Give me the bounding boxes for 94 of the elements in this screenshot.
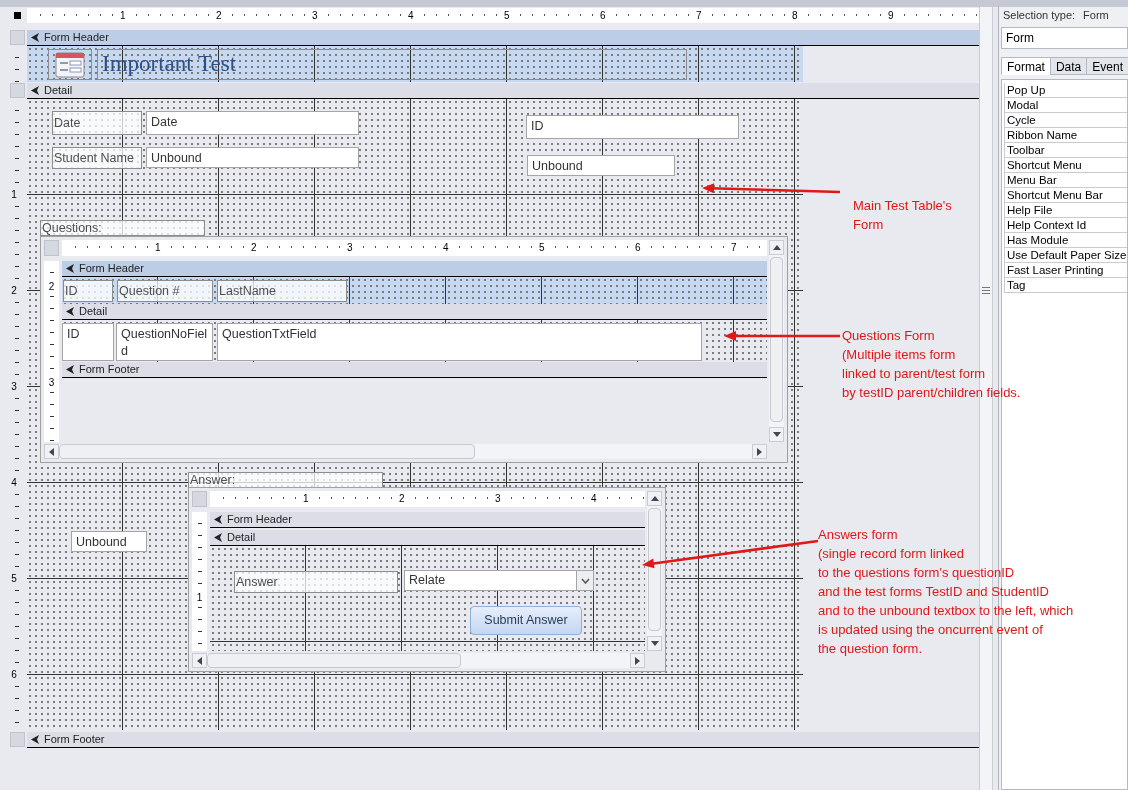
property-row[interactable]: Use Default Paper Size	[1003, 248, 1127, 263]
field-label[interactable]: LastName	[217, 280, 347, 302]
scroll-thumb[interactable]	[59, 444, 475, 459]
scroll-right-button[interactable]	[752, 444, 767, 459]
text-box[interactable]: ID	[526, 115, 739, 139]
property-row[interactable]: Toolbar	[1003, 143, 1127, 158]
grip-icon	[981, 287, 990, 294]
scroll-thumb[interactable]	[207, 653, 461, 668]
property-row[interactable]: Ribbon Name	[1003, 128, 1127, 143]
object-dropdown[interactable]: Form	[1000, 27, 1128, 49]
triangle-up-icon	[771, 244, 782, 251]
section-icon	[66, 365, 75, 374]
triangle-left-icon	[48, 446, 55, 457]
submit-button[interactable]: Submit Answer	[470, 606, 582, 635]
property-row[interactable]: Cycle	[1003, 113, 1127, 128]
text-box[interactable]: Unbound	[527, 155, 675, 176]
text-box[interactable]: Unbound	[146, 147, 359, 168]
section-icon	[31, 735, 40, 744]
section-icon	[31, 86, 40, 95]
vertical-scrollbar[interactable]	[647, 491, 662, 651]
scroll-left-button[interactable]	[44, 444, 59, 459]
section-bar[interactable]: Form Header	[210, 512, 645, 528]
property-row[interactable]: Menu Bar	[1003, 173, 1127, 188]
scroll-thumb[interactable]	[648, 508, 661, 631]
property-tab[interactable]: Format	[1000, 57, 1051, 75]
triangle-right-icon	[634, 655, 641, 666]
section-title: Form Header	[227, 514, 292, 525]
field-label[interactable]: Date	[52, 111, 142, 135]
section-bar[interactable]: Form Footer	[62, 362, 767, 378]
subform-control[interactable]: 1 2 3 4 1 Form Header Detail Answer Relate Submit Answer	[188, 487, 666, 672]
section-icon	[31, 33, 40, 42]
section-bar[interactable]: Detail	[27, 83, 979, 99]
section-icon	[66, 264, 75, 273]
text-box[interactable]: QuestionTxtField	[217, 323, 702, 361]
section-title: Form Footer	[79, 364, 140, 375]
subform-control[interactable]: 1 2 3 4 5 6 7 2 3 Form Header ID Question # LastName Detail ID QuestionNoField QuestionTxtField Form Footer	[40, 236, 788, 463]
section-title: Detail	[227, 532, 256, 543]
horizontal-scrollbar[interactable]	[192, 653, 645, 668]
section-title: Detail	[44, 85, 73, 96]
section-bar[interactable]: Form Footer	[27, 732, 979, 748]
triangle-right-icon	[756, 446, 763, 457]
property-row[interactable]: Shortcut Menu Bar	[1003, 188, 1127, 203]
field-label[interactable]: Student Name	[52, 147, 142, 169]
field-label[interactable]: ID	[63, 280, 113, 302]
scroll-down-button[interactable]	[769, 427, 784, 442]
text-box[interactable]: QuestionNoField	[116, 323, 213, 361]
triangle-up-icon	[649, 495, 660, 502]
text-box[interactable]: Unbound	[71, 531, 147, 552]
scroll-thumb[interactable]	[770, 257, 783, 422]
text-box[interactable]: Date	[146, 111, 359, 135]
form-logo[interactable]	[48, 49, 92, 80]
annotation-note: Main Test Table's Form	[853, 197, 952, 234]
property-row[interactable]: Help Context Id	[1003, 218, 1127, 233]
horizontal-scrollbar[interactable]	[44, 444, 767, 459]
scroll-down-button[interactable]	[647, 636, 662, 651]
property-row[interactable]: Pop Up	[1003, 83, 1127, 98]
property-row[interactable]: Fast Laser Printing	[1003, 263, 1127, 278]
triangle-down-icon	[649, 640, 660, 647]
text-box[interactable]: ID	[62, 323, 114, 361]
section-bar[interactable]: Detail	[210, 530, 645, 546]
triangle-down-icon	[771, 431, 782, 438]
field-label[interactable]: Questions:	[40, 220, 205, 236]
section-bar[interactable]: Form Header	[62, 261, 767, 277]
annotation-note: Questions Form (Multiple items form linked to parent/test form by testID parent/children fields.	[842, 327, 1021, 402]
property-row[interactable]: Tag	[1003, 278, 1127, 293]
chevron-down-icon	[580, 577, 590, 584]
section-bar[interactable]: Detail	[62, 304, 767, 320]
form-icon	[55, 51, 85, 78]
scroll-up-button[interactable]	[769, 240, 784, 255]
scroll-left-button[interactable]	[192, 653, 207, 668]
field-label[interactable]: Answer:	[188, 472, 383, 488]
section-title: Form Header	[79, 263, 144, 274]
property-tab[interactable]: Data	[1049, 57, 1088, 75]
property-row[interactable]: Help File	[1003, 203, 1127, 218]
section-title: Form Footer	[44, 734, 105, 745]
field-label[interactable]: Question #	[117, 280, 213, 302]
scroll-right-button[interactable]	[630, 653, 645, 668]
annotation-note: Answers form (single record form linked to the questions form's questionID and the test forms TestID and StudentID and to the unbound textbox to the left, which is updated using the oncurrent event of the question form.	[818, 526, 1074, 658]
selection-type-value: Form	[1083, 8, 1109, 24]
selection-type-label: Selection type:	[1002, 8, 1076, 24]
triangle-left-icon	[196, 655, 203, 666]
combo-box[interactable]: Relate	[404, 570, 594, 591]
section-title: Form Header	[44, 32, 109, 43]
property-tab[interactable]: Event	[1086, 57, 1128, 75]
field-label[interactable]: Answer	[234, 571, 398, 593]
section-bar[interactable]: Form Header	[27, 30, 979, 46]
property-row[interactable]: Modal	[1003, 98, 1127, 113]
section-title: Detail	[79, 306, 108, 317]
section-icon	[66, 307, 75, 316]
vertical-scrollbar[interactable]	[769, 240, 784, 442]
scroll-up-button[interactable]	[647, 491, 662, 506]
form-selector[interactable]	[13, 12, 21, 19]
property-row[interactable]: Shortcut Menu	[1003, 158, 1127, 173]
property-row[interactable]: Has Module	[1003, 233, 1127, 248]
